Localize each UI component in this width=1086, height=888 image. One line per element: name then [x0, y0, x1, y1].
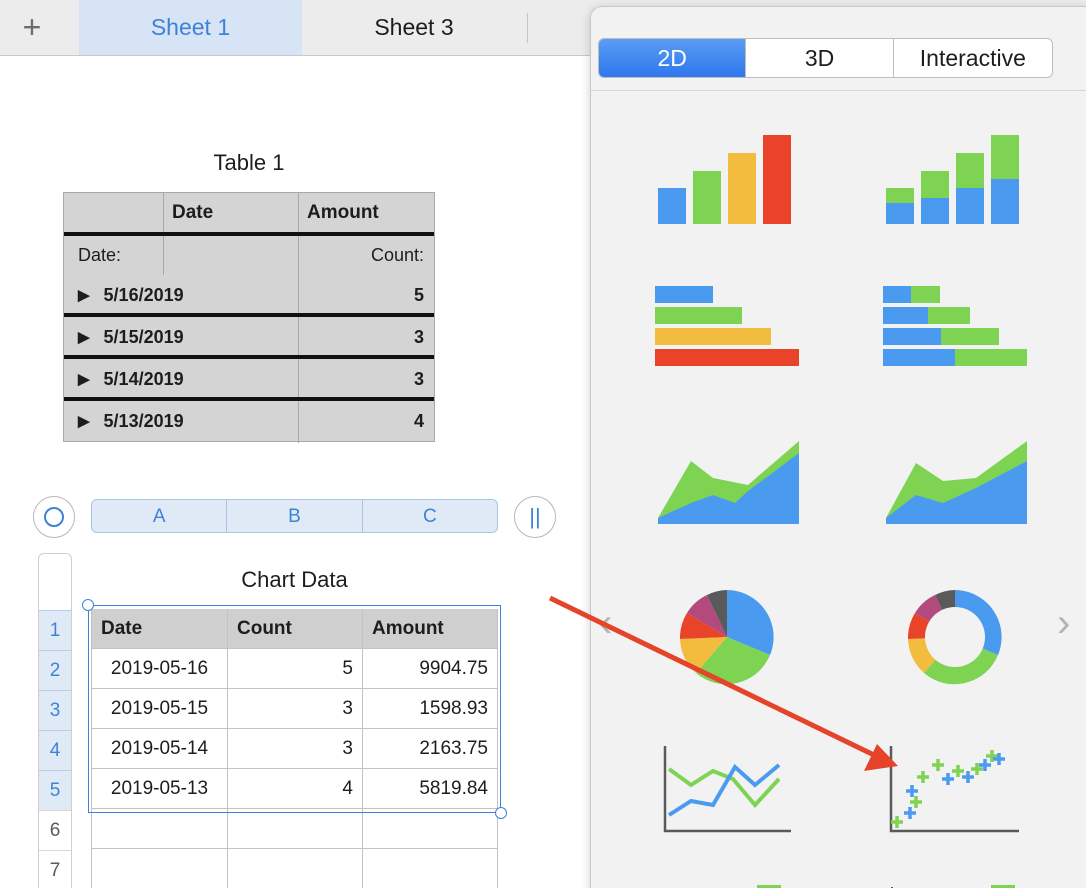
annotation-arrow-icon	[548, 595, 898, 771]
